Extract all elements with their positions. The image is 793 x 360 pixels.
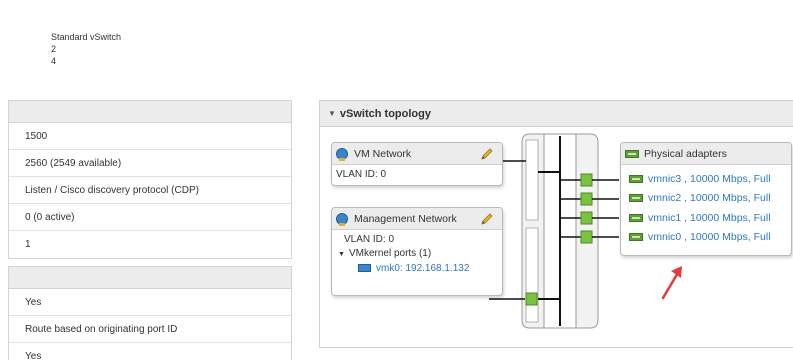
physical-nic-icon xyxy=(629,174,643,183)
beacon-interval-value: 1 xyxy=(25,239,31,250)
link-discovery-value: Listen / Cisco discovery protocol (CDP) xyxy=(25,184,199,196)
attached-vms-value: 0 (0 active) xyxy=(25,211,75,223)
edit-pencil-icon[interactable] xyxy=(480,212,494,226)
ports-row: 2560 (2549 available) xyxy=(9,150,291,177)
policy-row: Yes xyxy=(9,289,291,316)
adapter-vmnic3[interactable]: vmnic3 , 10000 Mbps, Full xyxy=(621,169,791,189)
ports-value: 2560 (2549 available) xyxy=(25,157,122,169)
policies-panel: Yes Route based on originating port ID Y… xyxy=(8,289,292,360)
vmkernel-nic-icon xyxy=(358,264,371,273)
policy-value: Yes xyxy=(25,296,42,308)
vm-network-name: VM Network xyxy=(354,147,412,160)
management-network-name: Management Network xyxy=(354,212,457,225)
expand-caret-icon[interactable]: ▼ xyxy=(338,251,345,258)
physical-adapters-panel[interactable]: Physical adapters vmnic3 , 10000 Mbps, F… xyxy=(620,142,792,256)
vm-network-header: VM Network xyxy=(332,143,502,165)
load-balancing-value: Route based on originating port ID xyxy=(25,323,178,335)
vm-network-portgroup[interactable]: VM Network VLAN ID: 0 xyxy=(331,142,503,186)
adapter-link[interactable]: vmnic0 , 10000 Mbps, Full xyxy=(648,231,771,243)
properties-panel: 1500 2560 (2549 available) Listen / Cisc… xyxy=(8,123,292,259)
physical-nic-icon xyxy=(629,194,643,203)
adapter-vmnic1[interactable]: vmnic1 , 10000 Mbps, Full xyxy=(621,208,791,228)
physical-nic-icon xyxy=(625,149,639,158)
vmkernel-ports-toggle[interactable]: ▼ VMkernel ports (1) xyxy=(338,247,502,262)
adapter-vmnic0[interactable]: vmnic0 , 10000 Mbps, Full xyxy=(621,228,791,248)
vswitch-summary: Standard vSwitch 2 4 xyxy=(51,31,121,67)
topology-header[interactable]: ▼ vSwitch topology xyxy=(320,101,793,127)
management-network-header: Management Network xyxy=(332,208,502,230)
collapse-caret-icon[interactable]: ▼ xyxy=(328,109,336,118)
physical-nic-icon xyxy=(629,233,643,242)
attached-vms-row: 0 (0 active) xyxy=(9,204,291,231)
uplinks-value: 4 xyxy=(51,56,57,66)
beacon-interval-row: 1 xyxy=(9,231,291,258)
vmkernel-ports-label: VMkernel ports (1) xyxy=(348,248,432,259)
vswitch-type-value: Standard vSwitch xyxy=(51,32,122,42)
annotation-arrow-icon xyxy=(661,266,682,300)
network-icon xyxy=(336,147,348,161)
policy-row: Route based on originating port ID xyxy=(9,316,291,343)
topology-title: vSwitch topology xyxy=(339,107,431,120)
adapter-link[interactable]: vmnic2 , 10000 Mbps, Full xyxy=(648,192,771,204)
vm-network-vlan: VLAN ID: 0 xyxy=(336,169,387,180)
policy-row: Yes xyxy=(9,343,291,360)
management-network-vlan: VLAN ID: 0 xyxy=(344,234,395,245)
vswitch-topology-panel: ▼ vSwitch topology VM Network VLAN ID: 0… xyxy=(319,100,793,348)
edit-pencil-icon[interactable] xyxy=(480,147,494,161)
physical-adapters-header: Physical adapters xyxy=(621,143,791,165)
adapter-vmnic2[interactable]: vmnic2 , 10000 Mbps, Full xyxy=(621,189,791,209)
policies-panel-header[interactable] xyxy=(8,266,292,289)
management-network-portgroup[interactable]: Management Network VLAN ID: 0 ▼ VMkernel … xyxy=(331,207,503,296)
physical-adapters-title: Physical adapters xyxy=(644,147,727,160)
properties-panel-header[interactable] xyxy=(8,100,292,123)
link-discovery-row: Listen / Cisco discovery protocol (CDP) xyxy=(9,177,291,204)
port-groups-value: 2 xyxy=(51,44,57,54)
network-icon xyxy=(336,212,348,226)
physical-nic-icon xyxy=(629,213,643,222)
mtu-value: 1500 xyxy=(25,130,48,142)
adapter-link[interactable]: vmnic3 , 10000 Mbps, Full xyxy=(648,173,771,185)
mtu-row: 1500 xyxy=(9,123,291,150)
vmk0-item[interactable]: vmk0: 192.168.1.132 xyxy=(344,262,502,276)
adapter-link[interactable]: vmnic1 , 10000 Mbps, Full xyxy=(648,212,771,224)
vmk0-link[interactable]: vmk0: 192.168.1.132 xyxy=(376,263,469,274)
policy-value: Yes xyxy=(25,351,42,360)
